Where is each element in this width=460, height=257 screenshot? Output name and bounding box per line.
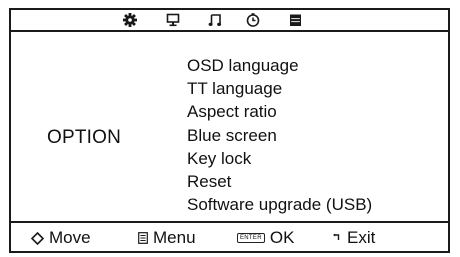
gear-icon[interactable] xyxy=(122,12,138,28)
osd-menu-window: OPTION OSD language TT language Aspect r… xyxy=(9,8,450,253)
move-label: Move xyxy=(49,228,91,247)
menu-item-blue-screen[interactable]: Blue screen xyxy=(187,124,372,147)
exit-label: Exit xyxy=(347,228,376,247)
navigation-arrows-icon xyxy=(31,231,44,245)
monitor-icon[interactable] xyxy=(165,12,181,28)
menu-item-osd-language[interactable]: OSD language xyxy=(187,54,372,77)
menu-item-software-upgrade[interactable]: Software upgrade (USB) xyxy=(187,193,372,216)
option-menu-panel: OPTION OSD language TT language Aspect r… xyxy=(11,32,448,221)
section-title: OPTION xyxy=(47,127,122,148)
move-hint: Move xyxy=(31,227,91,249)
music-note-icon[interactable] xyxy=(207,12,223,28)
clock-icon[interactable] xyxy=(245,12,261,28)
option-block-icon[interactable] xyxy=(288,12,304,28)
menu-icon xyxy=(138,232,148,244)
return-arrow-icon xyxy=(332,233,342,243)
ok-hint: ENTER OK xyxy=(237,227,294,249)
ok-label: OK xyxy=(269,228,295,247)
menu-tab-bar xyxy=(11,10,448,32)
menu-item-reset[interactable]: Reset xyxy=(187,170,372,193)
menu-label: Menu xyxy=(153,228,196,247)
menu-item-tt-language[interactable]: TT language xyxy=(187,77,372,100)
menu-hint: Menu xyxy=(138,227,196,249)
option-items-list: OSD language TT language Aspect ratio Bl… xyxy=(187,54,372,216)
enter-key-icon: ENTER xyxy=(237,233,265,243)
exit-hint: Exit xyxy=(332,227,375,249)
menu-item-key-lock[interactable]: Key lock xyxy=(187,147,372,170)
menu-item-aspect-ratio[interactable]: Aspect ratio xyxy=(187,100,372,123)
key-hint-bar: Move Menu ENTER OK Exit xyxy=(11,221,448,251)
